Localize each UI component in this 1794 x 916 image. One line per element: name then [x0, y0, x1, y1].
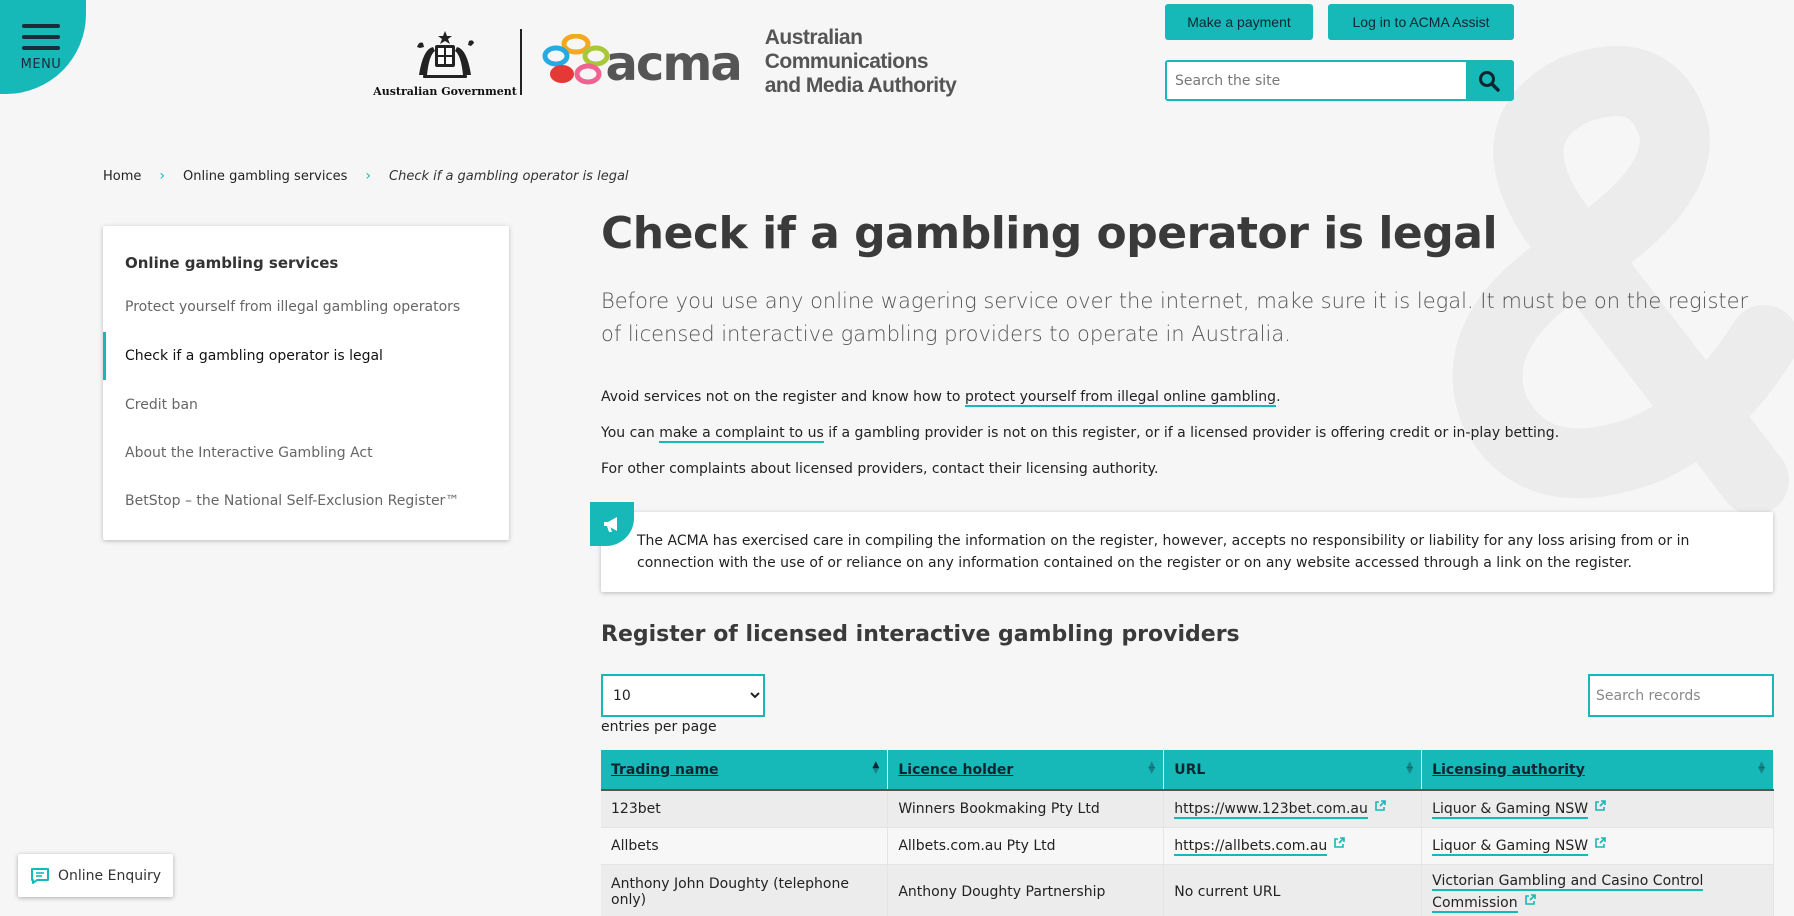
online-enquiry-label: Online Enquiry [58, 867, 162, 884]
sort-trading-name-link[interactable]: Trading name [611, 762, 719, 778]
url-cell: https://allbets.com.au [1163, 827, 1423, 865]
make-payment-button[interactable]: Make a payment [1165, 4, 1313, 40]
main-content: Check if a gambling operator is legal Be… [601, 208, 1773, 477]
column-header-trading-name[interactable]: Trading name ▲ ▼ [601, 750, 889, 791]
external-link-icon [1595, 837, 1606, 848]
australian-government-logo: Australian Government [373, 27, 517, 98]
page-title: Check if a gambling operator is legal [601, 208, 1498, 259]
intro-paragraph-2: You can make a complaint to us if a gamb… [601, 425, 1560, 443]
intro-paragraph-3: For other complaints about licensed prov… [601, 461, 1159, 477]
trading-name-cell: Anthony John Doughty (telephone only) [601, 864, 889, 916]
authority-link[interactable]: Victorian Gambling and Casino Control [1432, 873, 1704, 891]
text: You can [601, 425, 660, 441]
licence-holder-cell: Allbets.com.au Pty Ltd [887, 827, 1165, 865]
search-icon [1479, 70, 1500, 92]
site-search [1165, 60, 1514, 101]
section-navigation: Online gambling services Protect yoursel… [103, 226, 509, 540]
text: if a gambling provider is not on this re… [823, 425, 1560, 441]
text: . [1276, 389, 1281, 405]
hamburger-icon [22, 24, 60, 50]
chat-icon [31, 867, 49, 884]
acma-wordmark: acma [605, 36, 743, 92]
entries-per-page-select[interactable]: 10 [601, 674, 765, 717]
protect-yourself-link[interactable]: protect yourself from illegal online gam… [964, 389, 1277, 407]
operator-url-link[interactable]: https://allbets.com.au [1174, 838, 1328, 856]
site-search-input[interactable] [1167, 62, 1466, 99]
sidenav-item-check-operator[interactable]: Check if a gambling operator is legal [125, 348, 383, 364]
search-records-input[interactable] [1588, 674, 1774, 717]
notice-flag [590, 502, 634, 546]
licensing-authority-cell: Liquor & Gaming NSW [1421, 790, 1774, 828]
external-link-icon [1595, 800, 1606, 812]
sidenav-title[interactable]: Online gambling services [125, 254, 338, 272]
url-header-label: URL [1174, 761, 1206, 778]
chevron-right-icon: › [365, 168, 371, 184]
acma-flower-icon [542, 34, 609, 85]
table-row: Allbets Allbets.com.au Pty Ltd https://a… [601, 827, 1774, 865]
table-row: 123bet Winners Bookmaking Pty Ltd https:… [601, 790, 1774, 828]
text: Avoid services not on the register and k… [601, 389, 965, 405]
sort-licensing-authority-link[interactable]: Licensing authority [1432, 762, 1585, 778]
disclaimer-notice: The ACMA has exercised care in compiling… [590, 502, 1773, 592]
column-header-licence-holder[interactable]: Licence holder ▲ ▼ [887, 750, 1165, 791]
acma-name-line: and Media Authority [764, 74, 957, 97]
operator-url-link[interactable]: https://www.123bet.com.au [1174, 801, 1368, 820]
column-header-licensing-authority[interactable]: Licensing authority ▲ ▼ [1421, 750, 1774, 791]
make-complaint-link[interactable]: make a complaint to us [659, 425, 824, 443]
logo-divider [520, 29, 522, 95]
acma-name-line: Communications [764, 50, 929, 73]
entries-per-page-label: entries per page [601, 719, 717, 735]
chevron-right-icon: › [159, 168, 165, 184]
licensing-authority-cell: Liquor & Gaming NSW [1421, 827, 1774, 865]
table-row: Anthony John Doughty (telephone only) An… [601, 864, 1774, 916]
sort-licence-holder-link[interactable]: Licence holder [898, 762, 1013, 778]
acma-logo-mark: acma [536, 34, 743, 92]
trading-name-cell: 123bet [601, 790, 889, 828]
acma-name-line: Australian [764, 26, 863, 49]
megaphone-icon [604, 517, 617, 532]
intro-paragraph-1: Avoid services not on the register and k… [601, 389, 1281, 407]
breadcrumb-home[interactable]: Home [103, 169, 141, 184]
sort-icon: ▲ ▼ [1406, 760, 1414, 776]
authority-link[interactable]: Liquor & Gaming NSW [1432, 838, 1589, 856]
sidenav-item-betstop[interactable]: BetStop – the National Self-Exclusion Re… [125, 493, 459, 509]
breadcrumb-current: Check if a gambling operator is legal [389, 168, 629, 184]
login-acma-assist-button[interactable]: Log in to ACMA Assist [1328, 4, 1514, 40]
site-logo[interactable]: Australian Government acma Australian Co… [373, 26, 957, 98]
external-link-icon [1524, 894, 1536, 905]
menu-label: MENU [20, 57, 62, 72]
column-header-url[interactable]: URL ▲ ▼ [1163, 750, 1423, 791]
register-title: Register of licensed interactive gamblin… [601, 622, 1240, 647]
external-link-icon [1334, 837, 1346, 848]
acma-full-name: Australian Communications and Media Auth… [765, 26, 957, 98]
breadcrumb-online-gambling[interactable]: Online gambling services [183, 169, 347, 184]
lead-paragraph: Before you use any online wagering servi… [601, 289, 1749, 346]
sidenav-item-protect-yourself[interactable]: Protect yourself from illegal gambling o… [125, 299, 460, 315]
sidenav-item-interactive-gambling-act[interactable]: About the Interactive Gambling Act [125, 445, 373, 461]
licence-holder-cell: Anthony Doughty Partnership [887, 864, 1165, 916]
disclaimer-text: The ACMA has exercised care in compiling… [637, 533, 1690, 571]
active-indicator [103, 332, 106, 380]
licence-holder-cell: Winners Bookmaking Pty Ltd [887, 790, 1165, 828]
coat-of-arms-icon [417, 30, 474, 78]
register-table: Trading name ▲ ▼ Licence holder ▲ ▼ URL ▲ ▼ Li… [601, 750, 1774, 916]
menu-button[interactable]: MENU [0, 0, 86, 94]
site-search-button[interactable] [1466, 62, 1512, 99]
sort-ascending-icon: ▲ ▼ [872, 760, 880, 776]
url-cell: No current URL [1163, 864, 1423, 916]
trading-name-cell: Allbets [601, 827, 889, 865]
sort-icon: ▲ ▼ [1148, 760, 1156, 776]
licensing-authority-cell: Victorian Gambling and Casino Control Com… [1421, 864, 1774, 916]
breadcrumb: Home › Online gambling services › Check … [103, 168, 629, 184]
external-link-icon [1375, 800, 1386, 812]
authority-link[interactable]: Commission [1432, 895, 1518, 913]
authority-link[interactable]: Liquor & Gaming NSW [1432, 801, 1589, 820]
online-enquiry-button[interactable]: Online Enquiry [18, 854, 173, 897]
table-header-row: Trading name ▲ ▼ Licence holder ▲ ▼ URL ▲ ▼ Li… [601, 750, 1774, 791]
australian-government-text: Australian Government [373, 84, 517, 98]
url-cell: https://www.123bet.com.au [1163, 790, 1423, 828]
sidenav-item-credit-ban[interactable]: Credit ban [125, 397, 198, 413]
sort-icon: ▲ ▼ [1758, 760, 1765, 776]
